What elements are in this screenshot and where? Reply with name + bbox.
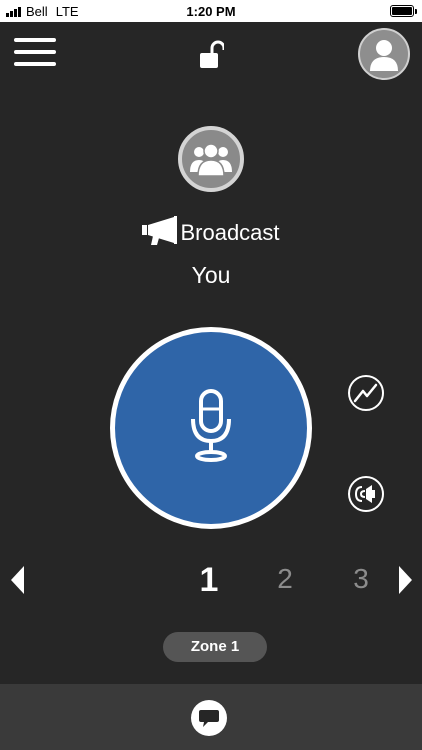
activity-icon[interactable]: [348, 375, 384, 411]
speaker-name: You: [191, 262, 231, 288]
push-to-talk-button[interactable]: [110, 327, 312, 529]
microphone-icon: [189, 388, 233, 468]
broadcast-label: Broadcast: [180, 220, 280, 245]
group-avatar-icon[interactable]: [178, 126, 244, 192]
battery-fill: [392, 7, 412, 15]
arrow-left-icon[interactable]: [11, 566, 24, 594]
status-bar: Bell LTE 1:20 PM: [0, 0, 422, 22]
user-avatar-icon[interactable]: [358, 28, 410, 80]
arrow-right-icon[interactable]: [399, 566, 412, 594]
speaker-icon[interactable]: [348, 476, 384, 512]
battery-icon: [390, 5, 417, 17]
channel-2[interactable]: 2: [265, 563, 305, 595]
bottom-bar: [0, 684, 422, 750]
unlocked-padlock-icon[interactable]: [198, 40, 226, 70]
channel-1[interactable]: 1: [189, 561, 229, 600]
megaphone-icon: [142, 215, 178, 251]
status-time: 1:20 PM: [186, 4, 236, 19]
chat-bubble-icon[interactable]: [191, 700, 227, 736]
zone-button[interactable]: Zone 1: [163, 632, 267, 662]
hamburger-menu-icon[interactable]: [14, 38, 56, 70]
channel-3[interactable]: 3: [341, 563, 381, 595]
broadcast-mode: Broadcast: [0, 215, 422, 251]
